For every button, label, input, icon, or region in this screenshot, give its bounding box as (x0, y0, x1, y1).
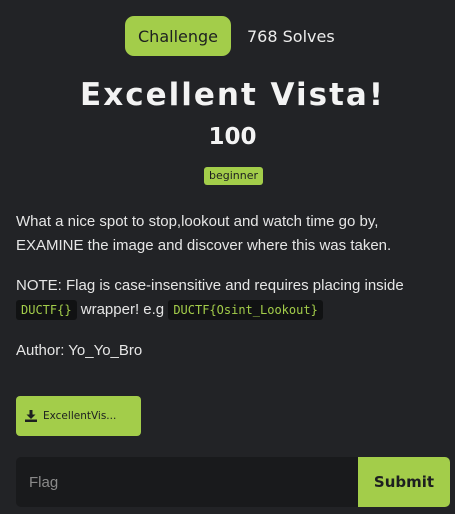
challenge-header: Challenge 768 Solves (125, 16, 335, 56)
example-code: DUCTF{Osint_Lookout} (168, 300, 323, 320)
wrapper-code: DUCTF{} (16, 300, 77, 320)
submit-button[interactable]: Submit (358, 457, 450, 507)
difficulty-badge: beginner (204, 167, 263, 185)
note-middle: wrapper! e.g (80, 301, 165, 318)
description-text: What a nice spot to stop,lookout and wat… (16, 213, 392, 254)
flag-form: Submit (16, 457, 450, 507)
tab-challenge[interactable]: Challenge (125, 16, 231, 56)
download-file-label: ExcellentVis... (43, 410, 117, 422)
download-file-button[interactable]: ExcellentVis... (16, 396, 141, 436)
flag-input[interactable] (16, 457, 358, 507)
author-text: Author: Yo_Yo_Bro (16, 342, 143, 359)
note-prefix: NOTE: Flag is case-insensitive and requi… (16, 277, 404, 294)
challenge-title: Excellent Vista! (80, 77, 385, 113)
tab-solves[interactable]: 768 Solves (247, 27, 335, 46)
flag-format-note: NOTE: Flag is case-insensitive and requi… (16, 274, 426, 322)
challenge-points: 100 (208, 124, 257, 150)
download-icon (25, 410, 37, 422)
